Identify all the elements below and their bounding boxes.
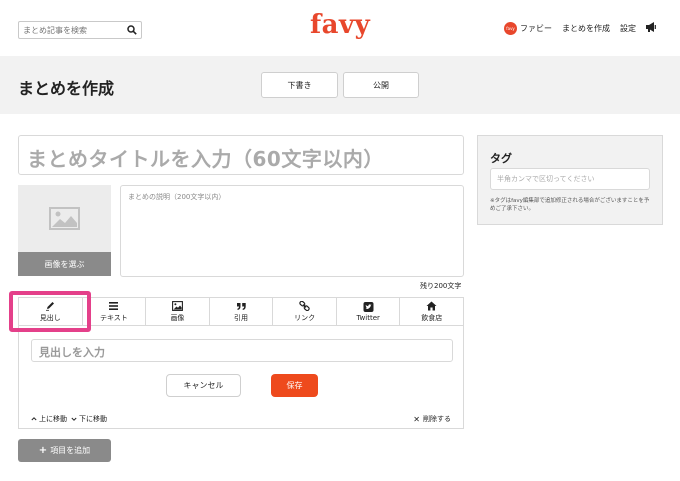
chevron-down-icon bbox=[71, 417, 77, 421]
chevron-up-icon bbox=[31, 417, 37, 421]
image-placeholder-icon bbox=[49, 207, 80, 230]
tab-restaurant[interactable]: 飲食店 bbox=[400, 298, 463, 325]
tab-quote[interactable]: 引用 bbox=[210, 298, 274, 325]
delete-link[interactable]: 削除する bbox=[423, 414, 451, 424]
description-placeholder: まとめの説明（200文字以内） bbox=[128, 193, 226, 201]
tab-link[interactable]: リンク bbox=[273, 298, 337, 325]
search-icon[interactable] bbox=[127, 25, 137, 35]
draft-button[interactable]: 下書き bbox=[261, 72, 338, 98]
publish-button[interactable]: 公開 bbox=[343, 72, 419, 98]
tag-input[interactable]: 半角カンマで区切ってください bbox=[490, 168, 650, 190]
add-item-label: 項目を追加 bbox=[50, 446, 91, 455]
link-icon bbox=[299, 300, 310, 311]
search-box[interactable] bbox=[18, 21, 142, 39]
home-icon bbox=[426, 301, 437, 310]
description-textarea[interactable]: まとめの説明（200文字以内） bbox=[120, 185, 464, 277]
favy-logo[interactable]: favy bbox=[310, 10, 370, 40]
close-icon: ✕ bbox=[413, 414, 420, 424]
top-header: favy favy ファビー まとめを作成 設定 bbox=[0, 0, 680, 56]
avatar[interactable]: favy bbox=[504, 21, 517, 35]
plus-icon: + bbox=[38, 445, 48, 456]
user-name-link[interactable]: ファビー bbox=[520, 23, 552, 34]
tag-placeholder: 半角カンマで区切ってください bbox=[497, 175, 595, 183]
move-down-link[interactable]: 下に移動 bbox=[79, 414, 107, 424]
move-up-link[interactable]: 上に移動 bbox=[39, 414, 67, 424]
megaphone-icon[interactable] bbox=[645, 21, 657, 33]
title-band: まとめを作成 下書き 公開 bbox=[0, 56, 680, 114]
heading-placeholder: 見出しを入力 bbox=[39, 346, 105, 359]
create-summary-link[interactable]: まとめを作成 bbox=[562, 23, 610, 34]
add-item-button[interactable]: + 項目を追加 bbox=[18, 439, 111, 462]
menu-icon bbox=[109, 301, 119, 310]
tab-text[interactable]: テキスト bbox=[83, 298, 147, 325]
twitter-icon bbox=[363, 301, 374, 312]
tab-twitter[interactable]: Twitter bbox=[337, 298, 401, 325]
choose-image-button[interactable]: 画像を選ぶ bbox=[18, 252, 111, 276]
delete-control[interactable]: ✕ 削除する bbox=[413, 414, 451, 424]
heading-tab-highlight bbox=[9, 291, 91, 332]
user-nav: favy ファビー まとめを作成 設定 bbox=[504, 20, 646, 36]
title-placeholder: まとめタイトルを入力（60文字以内） bbox=[27, 147, 384, 171]
page-title: まとめを作成 bbox=[18, 79, 115, 98]
remaining-count: 残り200文字 bbox=[420, 282, 462, 290]
cancel-button[interactable]: キャンセル bbox=[166, 374, 241, 397]
tag-panel: タグ 半角カンマで区切ってください ※タグはfavy編集部で追加修正される場合が… bbox=[477, 135, 663, 225]
move-controls: 上に移動 下に移動 bbox=[31, 414, 107, 424]
tag-note: ※タグはfavy編集部で追加修正される場合がございますことを予めご了承下さい。 bbox=[490, 198, 650, 212]
save-button[interactable]: 保存 bbox=[271, 374, 318, 397]
image-chooser[interactable]: 画像を選ぶ bbox=[18, 185, 111, 276]
tag-title: タグ bbox=[490, 152, 512, 165]
search-input[interactable] bbox=[19, 22, 123, 38]
quote-icon bbox=[236, 302, 246, 310]
settings-link[interactable]: 設定 bbox=[620, 23, 636, 34]
title-input[interactable]: まとめタイトルを入力（60文字以内） bbox=[18, 135, 464, 175]
tab-image[interactable]: 画像 bbox=[146, 298, 210, 325]
heading-input[interactable]: 見出しを入力 bbox=[31, 339, 453, 362]
image-icon bbox=[171, 300, 183, 311]
